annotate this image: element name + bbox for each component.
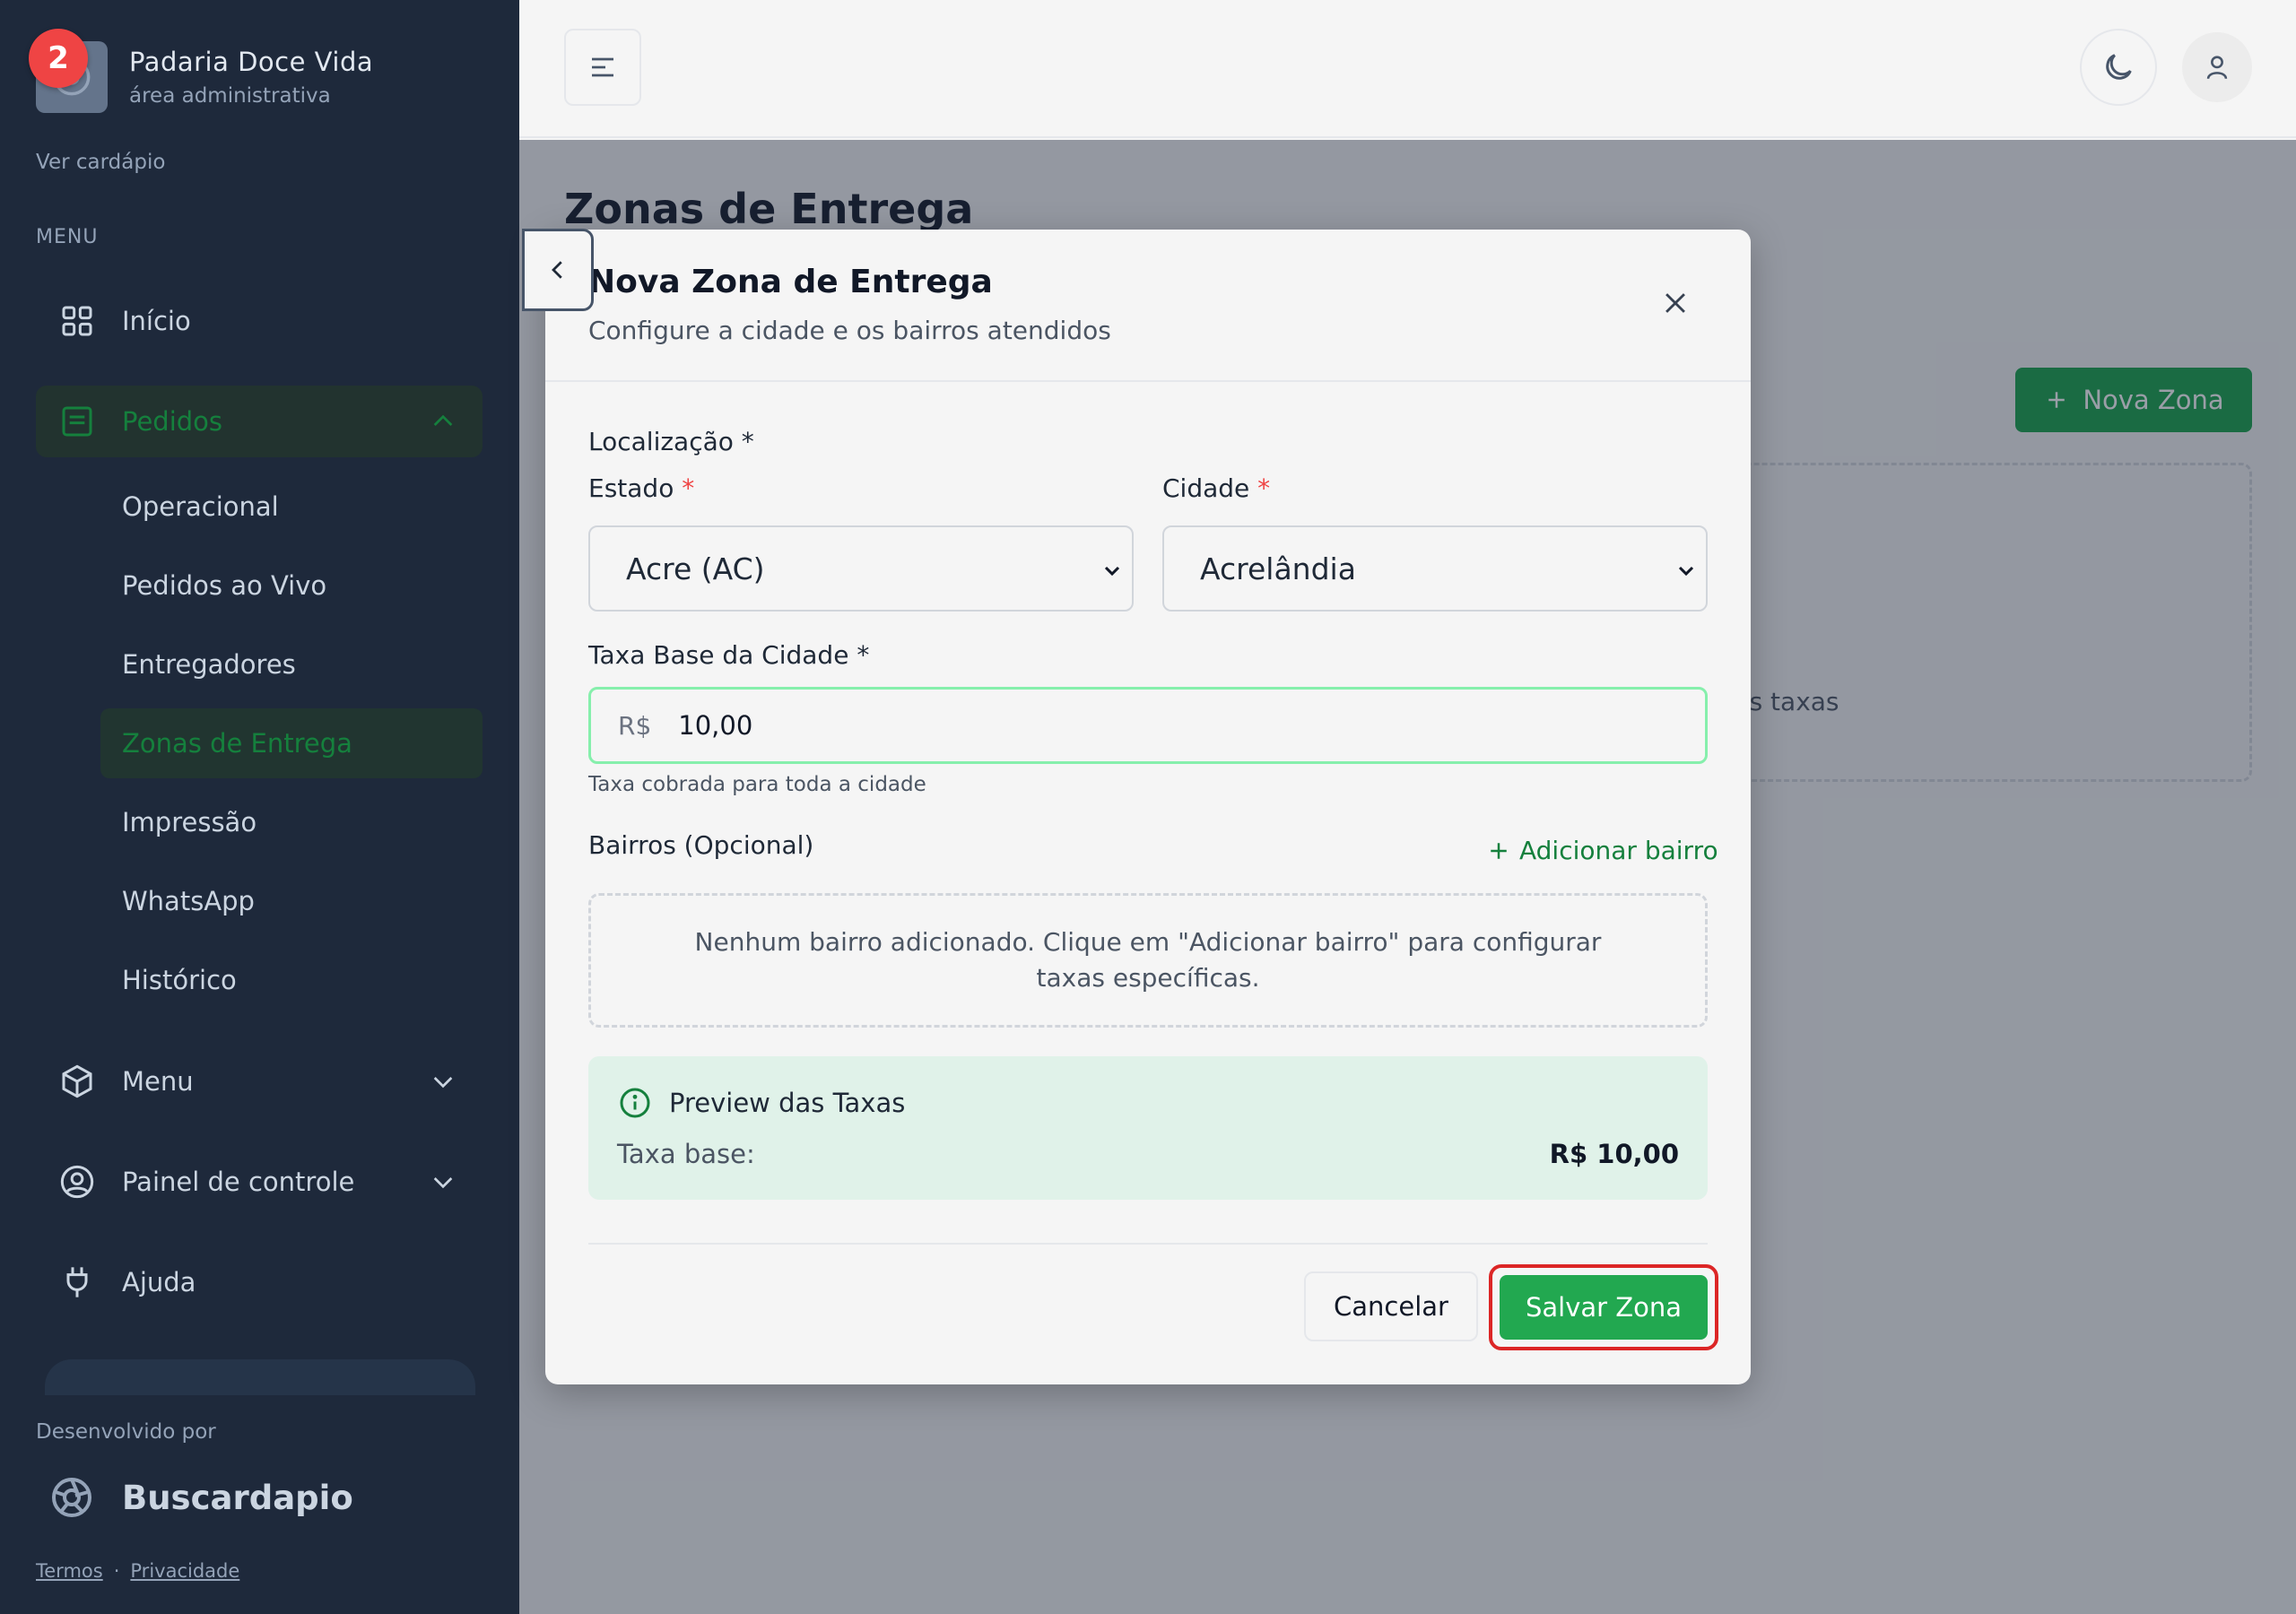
close-icon — [1665, 293, 1685, 313]
sidebar-subitem-zonas[interactable]: Zonas de Entrega — [100, 708, 483, 778]
currency-prefix: R$ — [618, 710, 652, 741]
separator: · — [113, 1560, 120, 1582]
sidebar-subitem-ao-vivo[interactable]: Pedidos ao Vivo — [100, 551, 483, 620]
sidebar: Padaria Doce Vida área administrativa 2 … — [0, 0, 519, 1614]
chevron-left-icon — [552, 261, 562, 279]
preview-base-value: R$ 10,00 — [1549, 1139, 1679, 1169]
location-label: Localização * — [588, 427, 754, 456]
required-mark: * — [1257, 473, 1271, 503]
theme-toggle-button[interactable] — [2080, 29, 2157, 106]
topbar — [519, 0, 2296, 138]
collapse-sidebar-button[interactable] — [522, 229, 594, 311]
sidebar-subitem-operacional[interactable]: Operacional — [100, 472, 483, 542]
list-box-icon — [59, 404, 95, 439]
sidebar-subitem-whatsapp[interactable]: WhatsApp — [100, 866, 483, 936]
info-icon — [620, 1088, 650, 1118]
sidebar-subitem-entregadores[interactable]: Entregadores — [100, 629, 483, 699]
sidebar-scroll-fade — [45, 1359, 475, 1395]
chevron-down-icon — [433, 1177, 453, 1189]
base-fee-value: 10,00 — [678, 710, 753, 741]
save-zone-button[interactable]: Salvar Zona — [1500, 1275, 1708, 1340]
city-label-text: Cidade — [1162, 473, 1250, 503]
state-select-value: Acre (AC) — [626, 551, 765, 586]
state-label: Estado * — [588, 473, 694, 503]
sidebar-item-label: Pedidos — [122, 406, 223, 437]
user-circle-icon — [59, 1164, 95, 1200]
sidebar-item-pedidos[interactable]: Pedidos — [36, 386, 483, 457]
sidebar-item-label: Início — [122, 306, 191, 336]
sidebar-subitem-historico[interactable]: Histórico — [100, 945, 483, 1015]
sidebar-subitem-impressao[interactable]: Impressão — [100, 787, 483, 857]
sidebar-item-painel[interactable]: Painel de controle — [36, 1146, 483, 1218]
notification-badge[interactable]: 2 — [29, 29, 88, 88]
chevron-down-icon — [433, 1077, 453, 1089]
state-select[interactable]: Acre (AC) — [588, 525, 1134, 612]
add-neighborhood-button[interactable]: Adicionar bairro — [1485, 836, 1718, 865]
aperture-icon — [52, 1478, 91, 1517]
neighborhoods-label: Bairros (Opcional) — [588, 830, 814, 860]
city-select[interactable]: Acrelândia — [1162, 525, 1708, 612]
city-label: Cidade * — [1162, 473, 1270, 503]
required-mark: * — [682, 473, 695, 503]
hamburger-icon — [592, 57, 613, 77]
base-fee-hint: Taxa cobrada para toda a cidade — [588, 773, 926, 796]
view-menu-link[interactable]: Ver cardápio — [36, 151, 165, 174]
modal-footer-divider — [588, 1243, 1708, 1245]
moon-icon — [2106, 54, 2132, 80]
state-label-text: Estado — [588, 473, 674, 503]
plug-icon — [59, 1264, 95, 1300]
preview-title-text: Preview das Taxas — [669, 1088, 906, 1118]
user-menu-button[interactable] — [2182, 32, 2252, 102]
modal-title: Nova Zona de Entrega — [588, 264, 993, 300]
fee-preview: Preview das Taxas Taxa base: R$ 10,00 — [588, 1056, 1708, 1200]
city-select-value: Acrelândia — [1200, 551, 1356, 586]
grid-icon — [59, 303, 95, 339]
add-neighborhood-label: Adicionar bairro — [1519, 836, 1718, 865]
preview-title: Preview das Taxas — [619, 1087, 905, 1119]
chevron-down-icon — [1678, 566, 1694, 577]
sidebar-item-inicio[interactable]: Início — [36, 285, 483, 357]
close-button[interactable] — [1657, 285, 1693, 321]
plus-icon — [1491, 842, 1507, 859]
chevron-down-icon — [1104, 566, 1120, 577]
developed-by-label: Desenvolvido por — [36, 1420, 216, 1444]
brand-subtitle: área administrativa — [129, 84, 331, 108]
menu-heading: MENU — [36, 226, 99, 248]
sidebar-item-menu[interactable]: Menu — [36, 1046, 483, 1117]
modal-header: Nova Zona de Entrega Configure a cidade … — [545, 230, 1751, 382]
chevron-up-icon — [433, 414, 453, 426]
modal-subtitle: Configure a cidade e os bairros atendido… — [588, 316, 1111, 345]
brand-name: Padaria Doce Vida — [129, 47, 374, 77]
menu-toggle-button[interactable] — [564, 29, 641, 106]
sidebar-item-ajuda[interactable]: Ajuda — [36, 1246, 483, 1318]
sidebar-item-label: Painel de controle — [122, 1167, 355, 1197]
privacy-link[interactable]: Privacidade — [130, 1560, 239, 1582]
neighborhoods-empty-state: Nenhum bairro adicionado. Clique em "Adi… — [588, 893, 1708, 1028]
cancel-button[interactable]: Cancelar — [1304, 1271, 1478, 1341]
base-fee-input[interactable]: R$ 10,00 — [588, 687, 1708, 764]
preview-base-label: Taxa base: — [617, 1139, 755, 1169]
developer-logo[interactable]: Buscardapio — [50, 1476, 353, 1519]
new-zone-modal: Nova Zona de Entrega Configure a cidade … — [545, 230, 1751, 1384]
sidebar-item-label: Menu — [122, 1066, 194, 1097]
developer-name: Buscardapio — [122, 1478, 353, 1517]
terms-link[interactable]: Termos — [36, 1560, 103, 1582]
user-icon — [2206, 56, 2228, 80]
box-icon — [59, 1063, 95, 1099]
footer-links: Termos · Privacidade — [36, 1560, 239, 1582]
sidebar-item-label: Ajuda — [122, 1267, 196, 1297]
base-fee-label: Taxa Base da Cidade * — [588, 640, 870, 670]
